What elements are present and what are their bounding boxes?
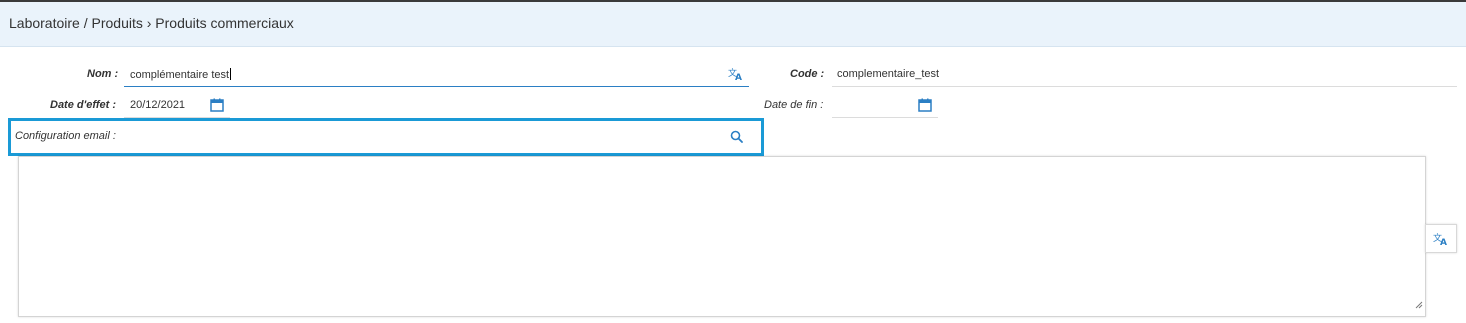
translate-icon[interactable]: 文 A [727,65,745,83]
resize-handle-icon[interactable] [1415,296,1423,314]
breadcrumb: Laboratoire / Produits › Produits commer… [9,15,294,31]
date-effet-value: 20/12/2021 [130,99,186,111]
config-email-label: Configuration email : [15,130,116,142]
nom-label: Nom : [87,68,119,80]
nom-value: complémentaire test [130,69,230,81]
text-caret [230,68,232,80]
translate-icon: 文 A [1432,230,1450,248]
code-label: Code : [790,68,825,80]
svg-text:A: A [735,73,742,81]
calendar-icon[interactable] [917,97,933,113]
calendar-icon[interactable] [209,97,225,113]
search-icon[interactable] [728,128,744,144]
code-field[interactable]: complementaire_test [832,62,1457,87]
code-value: complementaire_test [837,68,940,80]
date-fin-label: Date de fin : [764,99,824,111]
svg-text:A: A [1440,238,1447,246]
config-email-field[interactable] [124,123,749,148]
nom-field[interactable]: complémentaire test [124,62,749,87]
translate-button[interactable]: 文 A [1425,224,1457,253]
date-effet-label: Date d'effet : [50,99,116,111]
description-textarea[interactable] [18,156,1426,317]
page-header: Laboratoire / Produits › Produits commer… [0,2,1466,47]
